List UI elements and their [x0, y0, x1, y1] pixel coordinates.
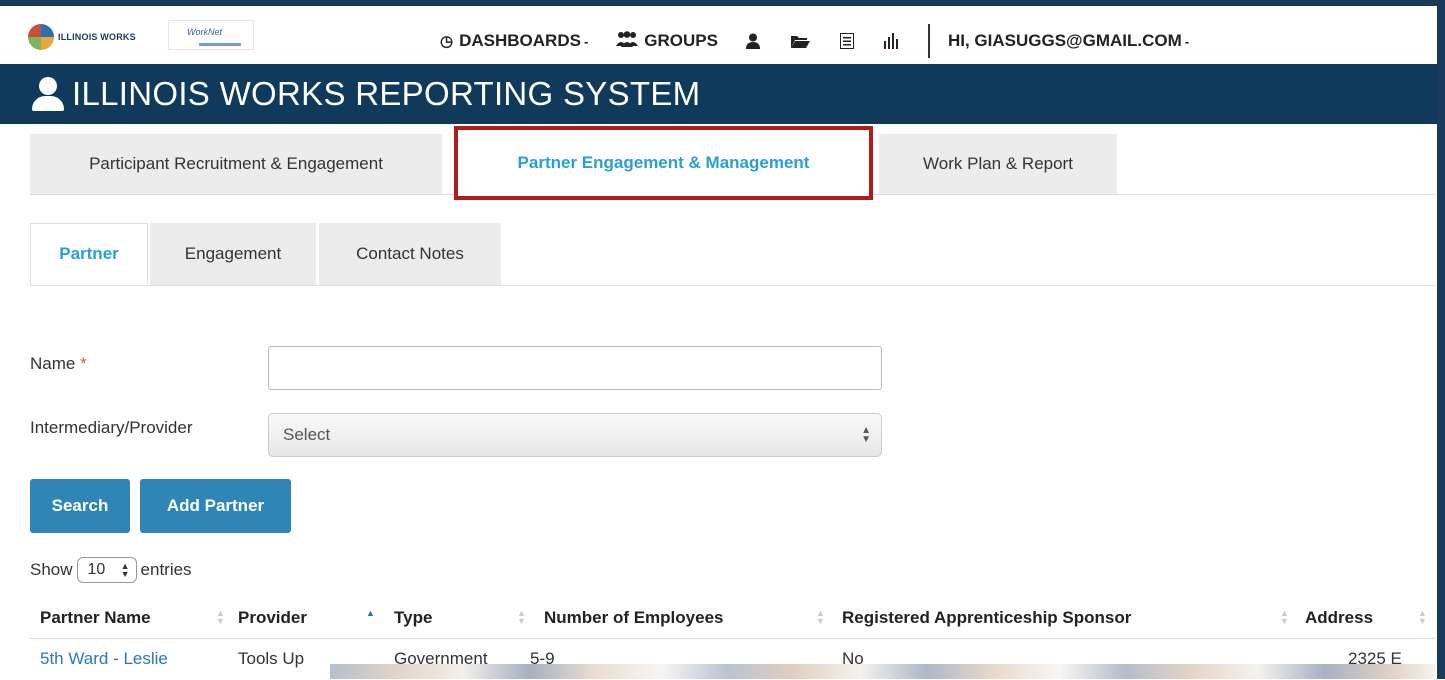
provider-select-value: Select — [283, 425, 331, 444]
top-navbar: ILLINOIS WORKS WorkNet ◷ DASHBOARDS - GR… — [0, 6, 1437, 64]
col-label: Provider — [238, 608, 307, 627]
caret-down-icon: - — [583, 33, 589, 49]
logo-seal-icon — [28, 24, 54, 50]
col-type[interactable]: Type — [394, 600, 432, 636]
subtab-partner[interactable]: Partner — [30, 223, 148, 285]
list-icon[interactable] — [839, 33, 854, 49]
app-banner: ILLINOIS WORKS REPORTING SYSTEM — [0, 64, 1437, 124]
select-arrows-icon: ▲ ▼ — [861, 425, 871, 445]
subtab-label: Engagement — [184, 244, 282, 263]
photo-strip-overlay — [330, 664, 1435, 679]
col-partner-name[interactable]: Partner Name — [40, 600, 151, 636]
select-arrows-icon: ▲ ▼ — [120, 561, 130, 579]
subtab-contact-notes[interactable]: Contact Notes — [319, 223, 501, 285]
groups-icon — [616, 31, 639, 51]
user-icon[interactable] — [745, 33, 760, 49]
clock-icon: ◷ — [440, 33, 454, 50]
col-address[interactable]: Address — [1305, 600, 1373, 636]
nav-dashboards-label: DASHBOARDS — [459, 31, 581, 50]
nav-groups[interactable]: GROUPS — [616, 31, 718, 51]
nav-user-menu[interactable]: HI, GIASUGGS@GMAIL.COM - — [948, 31, 1189, 51]
name-input[interactable] — [268, 346, 882, 390]
worknet-logo[interactable]: WorkNet — [168, 20, 258, 52]
main-tabs: Participant Recruitment & Engagement Par… — [30, 126, 1435, 200]
frame-right — [1437, 0, 1445, 679]
col-label: Type — [394, 608, 433, 627]
provider-label: Intermediary/Provider — [30, 418, 193, 437]
worknet-logo-text: WorkNet — [187, 27, 223, 37]
col-label: Number of Employees — [544, 608, 724, 627]
provider-select[interactable]: Select ▲ ▼ — [268, 413, 882, 457]
sub-tabs: Partner Engagement Contact Notes — [30, 223, 1435, 286]
name-label-text: Name — [30, 354, 76, 373]
entries-label: entries — [140, 560, 192, 579]
nav-items: ◷ DASHBOARDS - GROUPS HI, GIASUGGS@GMAIL… — [440, 12, 1217, 70]
search-button[interactable]: Search — [30, 479, 130, 533]
sort-icon: ▲ ▼ — [816, 608, 825, 626]
tab-label: Participant Recruitment & Engagement — [89, 154, 383, 173]
partner-name-link[interactable]: 5th Ward - Leslie — [40, 649, 168, 669]
show-label: Show — [30, 560, 73, 579]
tab-work-plan[interactable]: Work Plan & Report — [879, 134, 1117, 194]
nav-groups-label: GROUPS — [644, 31, 718, 50]
sort-asc-icon: ▲ — [366, 608, 375, 618]
tab-label: Partner Engagement & Management — [517, 153, 810, 172]
entries-select[interactable]: 10 ▲ ▼ — [76, 557, 137, 583]
user-greeting: HI, GIASUGGS@GMAIL.COM — [947, 31, 1182, 50]
required-marker: * — [80, 354, 87, 373]
col-provider[interactable]: Provider — [238, 600, 307, 636]
col-label: Address — [1305, 608, 1374, 627]
tab-partner-engagement[interactable]: Partner Engagement & Management — [454, 126, 873, 200]
nav-dashboards[interactable]: ◷ DASHBOARDS - — [440, 31, 588, 51]
sort-icon: ▲ ▼ — [517, 608, 526, 626]
bar-chart-icon[interactable] — [883, 33, 898, 49]
subtab-label: Partner — [59, 244, 119, 263]
table-header: Partner Name ▲ ▼ Provider ▲ Type ▲ ▼ Numbe… — [30, 600, 1435, 636]
col-label: Partner Name — [40, 608, 151, 627]
subtab-label: Contact Notes — [356, 244, 464, 263]
sort-icon: ▲ ▼ — [1280, 608, 1289, 626]
page-title: ILLINOIS WORKS REPORTING SYSTEM — [72, 75, 701, 112]
cell-provider: Tools Up — [238, 649, 305, 668]
sort-icon: ▲ ▼ — [216, 608, 225, 626]
col-number-of-employees[interactable]: Number of Employees — [544, 600, 724, 636]
nav-separator — [927, 24, 930, 58]
tab-participant-recruitment[interactable]: Participant Recruitment & Engagement — [30, 134, 442, 194]
logo-text: ILLINOIS WORKS — [58, 32, 136, 42]
illinois-works-logo[interactable]: ILLINOIS WORKS — [28, 20, 158, 54]
col-apprenticeship-sponsor[interactable]: Registered Apprenticeship Sponsor — [842, 600, 1131, 636]
entries-select-value: 10 — [87, 561, 106, 578]
subtab-engagement[interactable]: Engagement — [150, 223, 316, 285]
user-icon — [32, 77, 64, 111]
worknet-logo-bar — [199, 43, 241, 46]
folder-icon[interactable] — [790, 33, 810, 49]
col-label: Registered Apprenticeship Sponsor — [842, 608, 1132, 627]
sort-icon: ▲ ▼ — [1418, 608, 1427, 626]
entries-length-control: Show 10 ▲ ▼ entries — [30, 556, 192, 584]
caret-down-icon: - — [1184, 33, 1190, 49]
worknet-logo-box: WorkNet — [168, 20, 254, 50]
name-label: Name * — [30, 354, 87, 374]
add-partner-button[interactable]: Add Partner — [140, 479, 291, 533]
tab-label: Work Plan & Report — [923, 154, 1073, 173]
